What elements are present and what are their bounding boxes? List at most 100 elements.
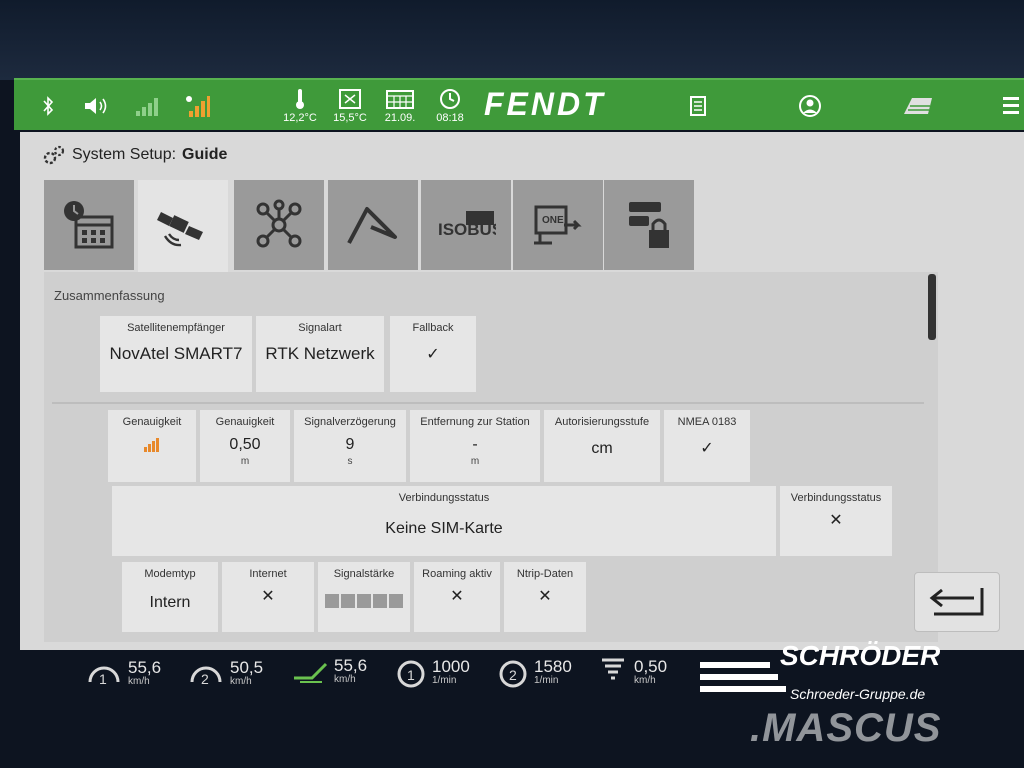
menu-icon[interactable]	[1000, 80, 1022, 132]
clock-calendar-icon	[64, 201, 114, 249]
ntrip-cell: Ntrip-Daten ✕	[504, 562, 586, 632]
document-icon[interactable]	[686, 80, 710, 132]
connection-status-indicator-label: Verbindungsstatus	[790, 492, 882, 504]
tab-isobus[interactable]: ISOBUS	[421, 180, 511, 270]
station-distance-unit: m	[470, 456, 480, 467]
check-icon: ✓	[426, 346, 440, 363]
signal-strength-bars	[318, 594, 410, 613]
watermark-stripe	[700, 662, 770, 668]
network-nodes-icon	[256, 199, 302, 248]
station-distance-value: -	[472, 436, 478, 453]
nmea-cell: NMEA 0183 ✓	[664, 410, 750, 482]
pto-2-unit: 1/min	[534, 675, 559, 686]
return-arrow-icon	[929, 588, 984, 616]
tab-access-lock[interactable]	[604, 180, 694, 270]
watermark-stripe	[700, 674, 778, 680]
pto-2-rpm: 2 1580 1/min	[498, 656, 572, 688]
guide-summary-content: Zusammenfassung Satellitenempfänger NovA…	[44, 272, 938, 642]
internet-label: Internet	[249, 568, 287, 580]
modem-type-label: Modemtyp	[144, 568, 196, 580]
accuracy-indicator-cell: Genauigkeit	[108, 410, 196, 482]
connection-status-indicator-cell: Verbindungsstatus ✕	[780, 486, 892, 556]
page-title-name: Guide	[182, 146, 228, 163]
signal-delay-unit: s	[347, 456, 353, 467]
signal-strength-label: Signalstärke	[333, 568, 395, 580]
tab-guide[interactable]	[138, 180, 228, 272]
modem-type-value: Intern	[149, 594, 191, 611]
back-button[interactable]	[914, 572, 1000, 632]
cross-icon: ✕	[450, 588, 464, 605]
brand-logo: FENDT	[484, 86, 606, 122]
scrollbar-thumb[interactable]	[928, 274, 936, 340]
lock-settings-icon	[629, 202, 669, 248]
speed-2-value: 50,5	[230, 658, 264, 677]
accuracy-bars-icon	[108, 438, 196, 457]
fendt-one-icon: ONE	[534, 205, 582, 245]
cabin-temperature: 15,5°C	[328, 80, 372, 132]
pto-1-unit: 1/min	[432, 675, 457, 686]
connection-status-label: Verbindungsstatus	[398, 492, 490, 504]
calendar-icon	[386, 90, 414, 109]
speed-2-unit: km/h	[230, 676, 252, 687]
application-rate-value: 0,50	[634, 657, 668, 676]
date-value: 21.09.	[384, 112, 416, 124]
speedometer-1-icon: 1	[88, 666, 120, 687]
cross-icon: ✕	[829, 512, 843, 529]
tab-implement[interactable]	[328, 180, 418, 270]
accuracy-value: 0,50	[229, 436, 261, 453]
watermark-subtitle: Schroeder-Gruppe.de	[790, 686, 926, 702]
speed-1: 1 55,6 km/h	[86, 656, 161, 690]
modem-type-cell: Modemtyp Intern	[122, 562, 218, 632]
pto-1-icon: 1	[397, 660, 425, 688]
one-label: ONE	[542, 215, 564, 226]
speed-1-value: 55,6	[128, 658, 162, 677]
pto-1-rpm: 1 1000 1/min	[396, 656, 470, 688]
system-setup-panel: System Setup: Guide ISOBU ONE Zusammenfa…	[20, 132, 1024, 650]
tab-date-time[interactable]	[44, 180, 134, 270]
signal-strength-cell: Signalstärke	[318, 562, 410, 632]
receiver-value: NovAtel SMART7	[109, 344, 243, 363]
date: 21.09.	[380, 80, 420, 132]
speedometer-2-icon: 2	[190, 666, 222, 687]
cabin-temperature-value: 15,5°C	[333, 112, 367, 124]
svg-text:1: 1	[99, 671, 107, 687]
signal-delay-value: 9	[345, 436, 355, 453]
satellite-signal-icon	[180, 80, 212, 132]
speed-3: 55,6 km/h	[292, 656, 367, 686]
receiver-label: Satellitenempfänger	[127, 322, 225, 334]
screen-bezel	[0, 0, 1024, 80]
authorization-label: Autorisierungsstufe	[554, 416, 650, 428]
svg-text:2: 2	[201, 671, 209, 687]
accuracy-value-cell: Genauigkeit 0,50 m	[200, 410, 290, 482]
divider	[52, 402, 924, 404]
ntrip-label: Ntrip-Daten	[516, 568, 574, 580]
speaker-icon[interactable]	[82, 80, 112, 132]
station-distance-label: Entfernung zur Station	[420, 416, 530, 428]
application-rate: 0,50 km/h	[598, 656, 667, 688]
dealer-watermark: SCHRÖDER Schroeder-Gruppe.de .MASCUS	[700, 640, 1000, 750]
bluetooth-icon[interactable]	[38, 80, 58, 132]
implement-icon[interactable]	[900, 80, 936, 132]
user-profile-icon[interactable]	[796, 80, 824, 132]
outside-temperature-value: 12,2°C	[283, 112, 317, 124]
nmea-label: NMEA 0183	[677, 416, 737, 428]
page-title: System Setup: Guide	[42, 144, 227, 166]
internet-cell: Internet ✕	[222, 562, 314, 632]
roaming-cell: Roaming aktiv ✕	[414, 562, 500, 632]
funnel-rate-icon	[602, 658, 624, 680]
connection-status-value: Keine SIM-Karte	[385, 520, 503, 537]
signal-strength-icon	[134, 80, 162, 132]
pto-2-icon: 2	[499, 660, 527, 688]
pto-2-value: 1580	[534, 657, 572, 676]
signal-delay-label: Signalverzögerung	[304, 416, 396, 428]
ground-speed-icon	[294, 662, 328, 683]
tab-fendt-one[interactable]: ONE	[513, 180, 603, 270]
speed-3-unit: km/h	[334, 674, 356, 685]
tab-network[interactable]	[234, 180, 324, 270]
gears-icon	[43, 145, 65, 165]
isobus-label: ISOBUS	[438, 220, 496, 239]
watermark-stripe	[700, 686, 786, 692]
fallback-label: Fallback	[412, 322, 454, 334]
cross-icon: ✕	[261, 588, 275, 605]
thermometer-icon	[296, 89, 304, 109]
